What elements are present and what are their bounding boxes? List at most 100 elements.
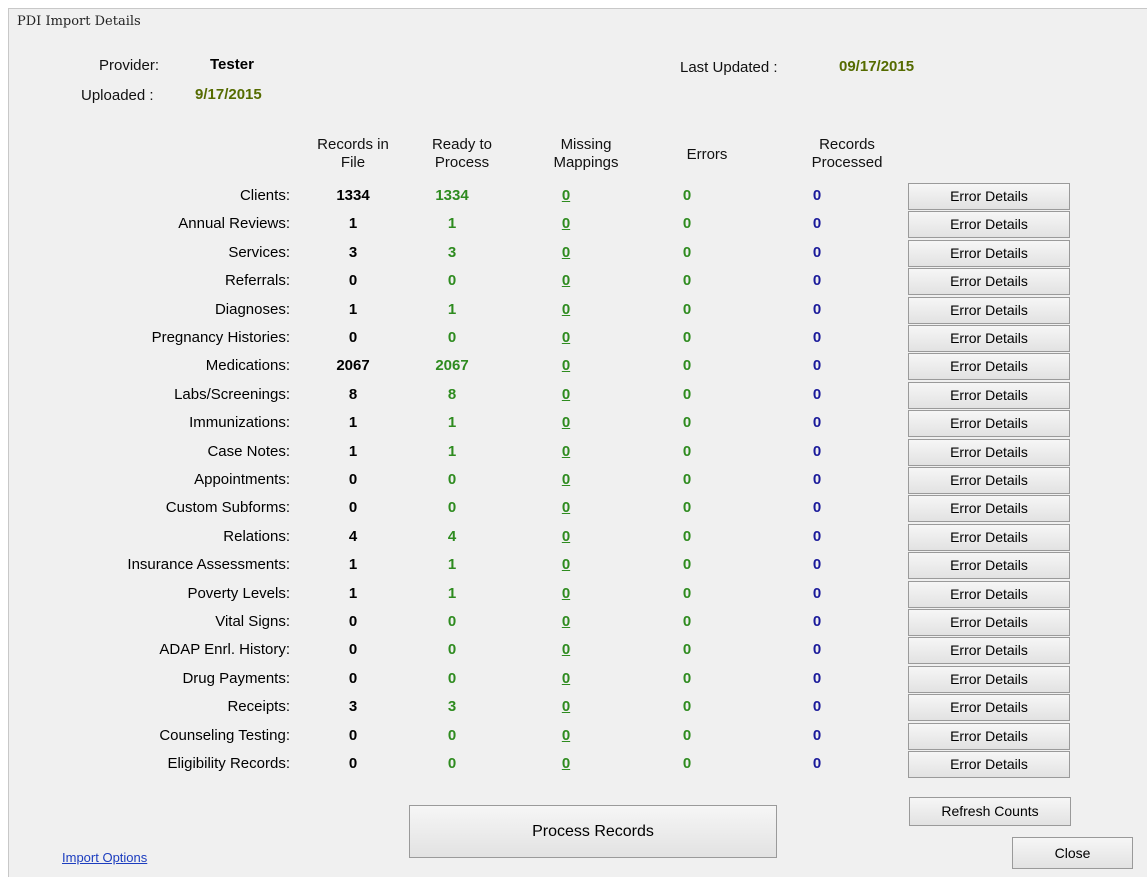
records-in-file-value: 8 bbox=[348, 386, 358, 403]
error-details-button[interactable]: Error Details bbox=[908, 609, 1070, 636]
missing-mappings-link[interactable]: 0 bbox=[526, 727, 606, 744]
errors-value: 0 bbox=[682, 698, 692, 715]
process-records-button[interactable]: Process Records bbox=[409, 805, 777, 858]
uploaded-value: 9/17/2015 bbox=[195, 86, 262, 103]
errors-value: 0 bbox=[682, 329, 692, 346]
table-row: Diagnoses: 1 1 0 0 0 Error Details bbox=[0, 297, 1147, 325]
row-label: Services: bbox=[228, 244, 290, 261]
table-row: Eligibility Records: 0 0 0 0 0 Error Details bbox=[0, 751, 1147, 779]
errors-value: 0 bbox=[682, 386, 692, 403]
header-missing-mappings: Missing Mappings bbox=[553, 136, 619, 171]
ready-to-process-value: 1 bbox=[447, 556, 457, 573]
records-in-file-value: 0 bbox=[348, 272, 358, 289]
records-processed-value: 0 bbox=[812, 698, 822, 715]
records-in-file-value: 0 bbox=[348, 499, 358, 516]
error-details-button[interactable]: Error Details bbox=[908, 353, 1070, 380]
missing-mappings-link[interactable]: 0 bbox=[526, 272, 606, 289]
records-in-file-value: 0 bbox=[348, 641, 358, 658]
table-row: Insurance Assessments: 1 1 0 0 0 Error Details bbox=[0, 552, 1147, 580]
table-row: Relations: 4 4 0 0 0 Error Details bbox=[0, 524, 1147, 552]
error-details-button[interactable]: Error Details bbox=[908, 581, 1070, 608]
missing-mappings-link[interactable]: 0 bbox=[526, 670, 606, 687]
error-details-button[interactable]: Error Details bbox=[908, 637, 1070, 664]
records-in-file-value: 1 bbox=[348, 215, 358, 232]
ready-to-process-value: 1 bbox=[447, 443, 457, 460]
errors-value: 0 bbox=[682, 670, 692, 687]
error-details-button[interactable]: Error Details bbox=[908, 723, 1070, 750]
error-details-button[interactable]: Error Details bbox=[908, 268, 1070, 295]
error-details-button[interactable]: Error Details bbox=[908, 183, 1070, 210]
ready-to-process-value: 3 bbox=[447, 698, 457, 715]
missing-mappings-link[interactable]: 0 bbox=[526, 471, 606, 488]
row-label: Case Notes: bbox=[207, 443, 290, 460]
records-processed-value: 0 bbox=[812, 613, 822, 630]
error-details-button[interactable]: Error Details bbox=[908, 694, 1070, 721]
records-processed-value: 0 bbox=[812, 641, 822, 658]
error-details-button[interactable]: Error Details bbox=[908, 666, 1070, 693]
missing-mappings-link[interactable]: 0 bbox=[526, 443, 606, 460]
missing-mappings-link[interactable]: 0 bbox=[526, 244, 606, 261]
records-processed-value: 0 bbox=[812, 329, 822, 346]
row-label: Labs/Screenings: bbox=[174, 386, 290, 403]
row-label: Poverty Levels: bbox=[187, 585, 290, 602]
provider-label: Provider: bbox=[99, 57, 160, 74]
missing-mappings-link[interactable]: 0 bbox=[526, 641, 606, 658]
row-label: Eligibility Records: bbox=[167, 755, 290, 772]
records-in-file-value: 1 bbox=[348, 301, 358, 318]
records-in-file-value: 1 bbox=[348, 414, 358, 431]
error-details-button[interactable]: Error Details bbox=[908, 240, 1070, 267]
ready-to-process-value: 0 bbox=[447, 471, 457, 488]
missing-mappings-link[interactable]: 0 bbox=[526, 329, 606, 346]
missing-mappings-link[interactable]: 0 bbox=[526, 386, 606, 403]
ready-to-process-value: 0 bbox=[447, 329, 457, 346]
row-label: Drug Payments: bbox=[182, 670, 290, 687]
row-label: Immunizations: bbox=[189, 414, 290, 431]
missing-mappings-link[interactable]: 0 bbox=[526, 755, 606, 772]
missing-mappings-link[interactable]: 0 bbox=[526, 528, 606, 545]
table-row: Custom Subforms: 0 0 0 0 0 Error Details bbox=[0, 495, 1147, 523]
table-row: Drug Payments: 0 0 0 0 0 Error Details bbox=[0, 666, 1147, 694]
records-processed-value: 0 bbox=[812, 556, 822, 573]
error-details-button[interactable]: Error Details bbox=[908, 211, 1070, 238]
records-processed-value: 0 bbox=[812, 755, 822, 772]
error-details-button[interactable]: Error Details bbox=[908, 382, 1070, 409]
table-row: ADAP Enrl. History: 0 0 0 0 0 Error Details bbox=[0, 637, 1147, 665]
records-in-file-value: 0 bbox=[348, 670, 358, 687]
errors-value: 0 bbox=[682, 613, 692, 630]
table-row: Referrals: 0 0 0 0 0 Error Details bbox=[0, 268, 1147, 296]
error-details-button[interactable]: Error Details bbox=[908, 439, 1070, 466]
missing-mappings-link[interactable]: 0 bbox=[526, 698, 606, 715]
errors-value: 0 bbox=[682, 755, 692, 772]
error-details-button[interactable]: Error Details bbox=[908, 410, 1070, 437]
errors-value: 0 bbox=[682, 443, 692, 460]
error-details-button[interactable]: Error Details bbox=[908, 751, 1070, 778]
missing-mappings-link[interactable]: 0 bbox=[526, 187, 606, 204]
missing-mappings-link[interactable]: 0 bbox=[526, 499, 606, 516]
ready-to-process-value: 0 bbox=[447, 755, 457, 772]
refresh-counts-button[interactable]: Refresh Counts bbox=[909, 797, 1071, 826]
import-options-link[interactable]: Import Options bbox=[62, 850, 147, 865]
missing-mappings-link[interactable]: 0 bbox=[526, 357, 606, 374]
records-in-file-value: 1 bbox=[348, 585, 358, 602]
close-button[interactable]: Close bbox=[1012, 837, 1133, 869]
missing-mappings-link[interactable]: 0 bbox=[526, 301, 606, 318]
records-in-file-value: 0 bbox=[348, 329, 358, 346]
row-label: Insurance Assessments: bbox=[127, 556, 290, 573]
error-details-button[interactable]: Error Details bbox=[908, 325, 1070, 352]
missing-mappings-link[interactable]: 0 bbox=[526, 556, 606, 573]
error-details-button[interactable]: Error Details bbox=[908, 495, 1070, 522]
table-row: Vital Signs: 0 0 0 0 0 Error Details bbox=[0, 609, 1147, 637]
ready-to-process-value: 2067 bbox=[435, 357, 469, 374]
error-details-button[interactable]: Error Details bbox=[908, 552, 1070, 579]
error-details-button[interactable]: Error Details bbox=[908, 297, 1070, 324]
missing-mappings-link[interactable]: 0 bbox=[526, 613, 606, 630]
missing-mappings-link[interactable]: 0 bbox=[526, 585, 606, 602]
ready-to-process-value: 0 bbox=[447, 641, 457, 658]
error-details-button[interactable]: Error Details bbox=[908, 467, 1070, 494]
header-records-in-file: Records in File bbox=[317, 136, 389, 171]
missing-mappings-link[interactable]: 0 bbox=[526, 414, 606, 431]
error-details-button[interactable]: Error Details bbox=[908, 524, 1070, 551]
missing-mappings-link[interactable]: 0 bbox=[526, 215, 606, 232]
errors-value: 0 bbox=[682, 641, 692, 658]
errors-value: 0 bbox=[682, 244, 692, 261]
